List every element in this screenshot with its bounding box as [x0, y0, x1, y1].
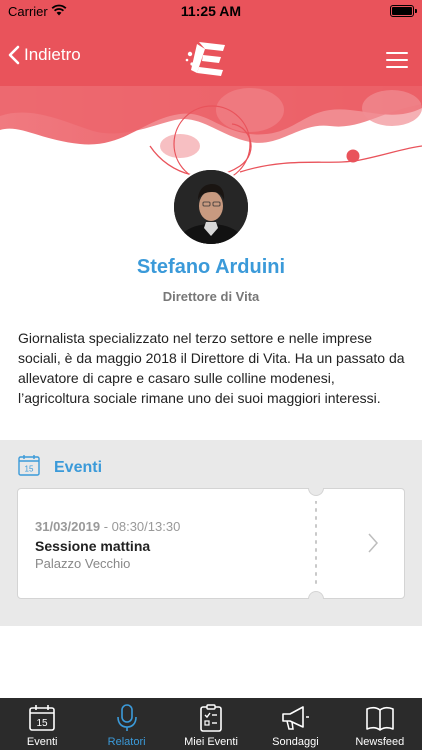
calendar-icon: 15 — [18, 454, 40, 481]
tab-bar: 15 Eventi Relatori Miei Eventi Sondaggi … — [0, 698, 422, 750]
e-logo-icon — [185, 40, 233, 85]
events-header: 15 Eventi — [18, 454, 102, 481]
tab-label: Miei Eventi — [184, 736, 238, 748]
tab-newsfeed[interactable]: Newsfeed — [338, 698, 422, 750]
calendar-day: 15 — [25, 465, 34, 474]
event-card[interactable]: 31/03/2019 - 08:30/13:30 Sessione mattin… — [17, 488, 405, 599]
tab-label: Relatori — [107, 736, 146, 748]
calendar-icon: 15 — [29, 705, 56, 731]
chevron-left-icon — [8, 45, 20, 65]
tab-sondaggi[interactable]: Sondaggi — [253, 698, 337, 750]
tab-label: Sondaggi — [272, 736, 319, 748]
tab-calendar-day: 15 — [37, 718, 49, 729]
tab-label: Eventi — [26, 736, 58, 748]
megaphone-icon — [282, 706, 310, 730]
event-date: 31/03/2019 — [35, 519, 101, 534]
speaker-bio: Giornalista specializzato nel terzo sett… — [18, 330, 405, 406]
speaker-role: Direttore di Vita — [162, 289, 260, 304]
hamburger-menu-icon[interactable] — [386, 52, 408, 68]
back-button[interactable]: Indietro — [8, 42, 81, 68]
events-section: 15 Eventi 31/03/2019 - 08:30/13:30 Sessi… — [0, 440, 422, 626]
ticket-perforation — [315, 501, 317, 587]
ticket-notch — [308, 488, 324, 496]
event-location: Palazzo Vecchio — [35, 556, 131, 571]
event-time: - 08:30/13:30 — [100, 519, 181, 534]
tab-eventi[interactable]: 15 Eventi — [0, 698, 84, 750]
back-label: Indietro — [24, 45, 81, 64]
tab-relatori[interactable]: Relatori — [84, 698, 168, 750]
ticket-notch — [308, 591, 324, 599]
chevron-right-icon — [368, 533, 378, 553]
status-time: 11:25 AM — [180, 3, 242, 19]
speaker-name: Stefano Arduini — [136, 256, 286, 278]
book-icon — [366, 706, 394, 731]
tab-label: Newsfeed — [355, 736, 405, 748]
speaker-avatar — [172, 168, 250, 246]
checklist-icon — [200, 704, 222, 732]
microphone-icon — [116, 704, 137, 731]
status-bar: Carrier 11:25 AM — [0, 0, 422, 24]
event-title: Sessione mattina — [35, 538, 151, 554]
battery-icon — [390, 5, 417, 17]
event-datetime: 31/03/2019 - 08:30/13:30 — [35, 519, 180, 534]
navigation-bar: Indietro — [0, 24, 422, 86]
events-title: Eventi — [54, 458, 103, 476]
app-screen: Carrier 11:25 AM Indietro Stefano Arduin… — [0, 0, 422, 750]
tab-miei-eventi[interactable]: Miei Eventi — [169, 698, 253, 750]
